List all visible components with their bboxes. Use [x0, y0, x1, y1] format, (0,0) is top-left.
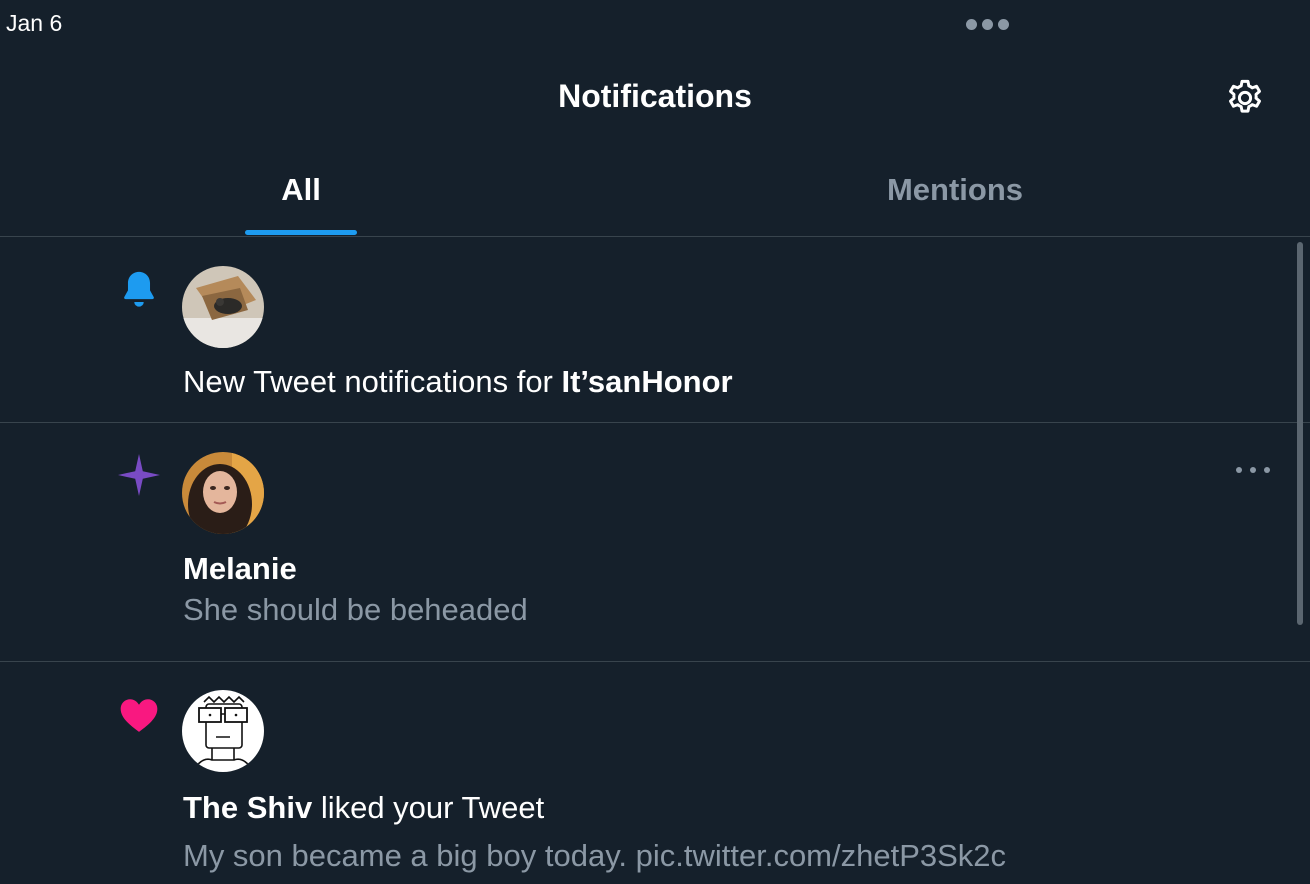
tab-all[interactable]: All — [245, 172, 357, 208]
status-bar-date: Jan 6 — [6, 10, 63, 36]
sparkle-icon — [114, 450, 164, 500]
notification-tabs: All Mentions — [0, 150, 1310, 236]
heart-icon — [114, 690, 164, 740]
user-name[interactable]: Melanie — [183, 551, 297, 587]
page-title: Notifications — [558, 78, 752, 114]
notification-item-like[interactable]: The Shiv liked your Tweet My son became … — [0, 662, 1310, 884]
avatar[interactable] — [182, 452, 264, 534]
settings-button[interactable] — [1222, 75, 1268, 121]
gear-icon — [1228, 79, 1262, 113]
like-notification-text: The Shiv liked your Tweet — [183, 790, 544, 826]
user-name[interactable]: The Shiv — [183, 790, 312, 825]
tweet-text: She should be beheaded — [183, 592, 528, 627]
more-horizontal-icon — [1236, 467, 1242, 473]
tab-mentions[interactable]: Mentions — [855, 172, 1055, 208]
notification-text: New Tweet notifications for It’sanHonor — [183, 364, 733, 400]
notifications-screen: Jan 6 Notifications All Mentions New Twe… — [0, 0, 1310, 884]
notification-item-new-tweets[interactable]: New Tweet notifications for It’sanHonor — [0, 237, 1310, 422]
more-options-button[interactable] — [1236, 460, 1270, 480]
multitasking-dots-icon[interactable] — [966, 19, 1009, 30]
notification-action: liked your Tweet — [312, 790, 545, 825]
scrollbar[interactable] — [1297, 242, 1303, 625]
avatar[interactable] — [182, 690, 264, 772]
bell-icon — [114, 264, 164, 314]
liked-tweet-text: My son became a big boy today. pic.twitt… — [183, 838, 1007, 873]
notification-item-recommended[interactable]: Melanie She should be beheaded — [0, 423, 1310, 661]
avatar[interactable] — [182, 266, 264, 348]
active-tab-indicator — [245, 230, 357, 235]
account-name-link[interactable]: It’sanHonor — [562, 364, 733, 399]
notification-prefix: New Tweet notifications for — [183, 364, 562, 399]
